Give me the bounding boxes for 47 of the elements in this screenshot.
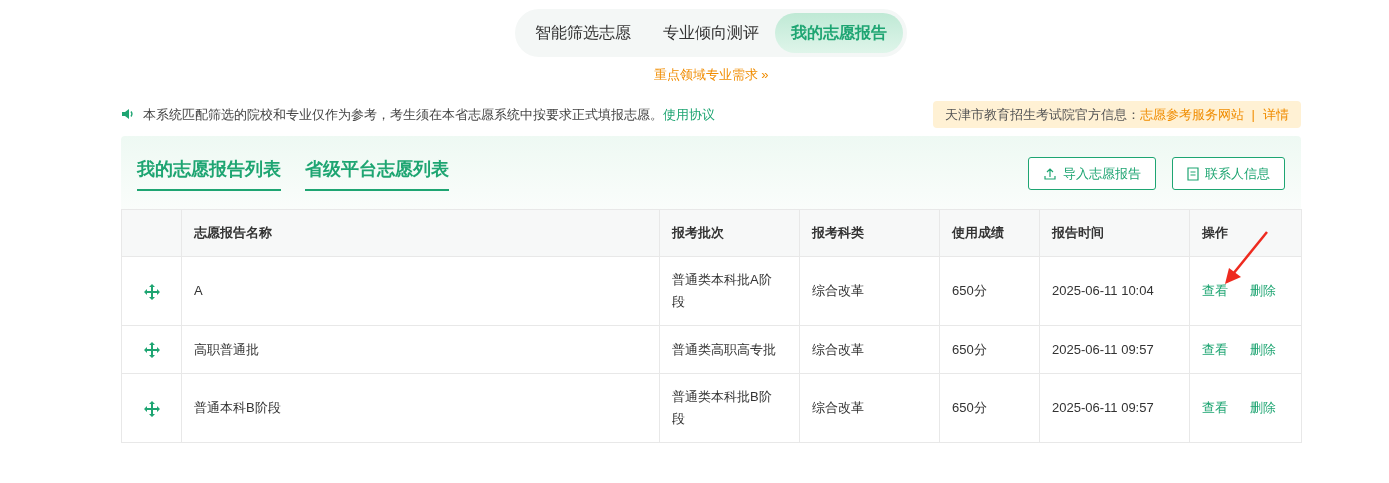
action-link[interactable]: 查看 — [1202, 338, 1228, 361]
table-cell: 综合改革 — [799, 325, 940, 374]
speaker-icon — [121, 107, 135, 122]
table-cell: 650分 — [939, 325, 1040, 374]
action-link[interactable]: 删除 — [1250, 338, 1276, 361]
move-icon[interactable] — [142, 399, 161, 418]
tab[interactable]: 智能筛选志愿 — [519, 13, 647, 53]
column-header: 报考科类 — [799, 209, 940, 257]
key-fields-link[interactable]: 重点领域专业需求 » — [653, 67, 769, 82]
official-info-label: 天津市教育招生考试院官方信息： — [944, 106, 1140, 122]
table-cell: 综合改革 — [799, 373, 940, 443]
table-cell: 2025-06-11 09:57 — [1039, 373, 1190, 443]
table-cell: 2025-06-11 09:57 — [1039, 325, 1190, 374]
table-cell: 普通类本科批B阶段 — [659, 373, 800, 443]
action-button[interactable]: 联系人信息 — [1172, 156, 1285, 191]
table-cell: 高职普通批 — [181, 325, 660, 374]
table-cell: A — [181, 256, 660, 326]
table-cell: 普通类高职高专批 — [659, 325, 800, 374]
action-button[interactable]: 导入志愿报告 — [1028, 156, 1156, 191]
column-header: 报考批次 — [659, 209, 800, 257]
document-icon — [1187, 166, 1199, 181]
move-icon[interactable] — [142, 341, 161, 360]
action-link[interactable]: 查看 — [1202, 280, 1228, 302]
table-cell: 普通类本科批A阶段 — [659, 256, 800, 326]
table-cell: 综合改革 — [799, 256, 940, 326]
separator: | — [1251, 106, 1255, 122]
action-link[interactable]: 删除 — [1250, 397, 1276, 419]
notice-text: 本系统匹配筛选的院校和专业仅作为参考，考生须在本省志愿系统中按要求正式填报志愿。使用协议 — [143, 105, 715, 124]
table-cell: 650分 — [939, 256, 1040, 326]
action-link[interactable]: 查看 — [1202, 397, 1228, 419]
list-tab[interactable]: 我的志愿报告列表 — [137, 156, 281, 191]
tab[interactable]: 我的志愿报告 — [775, 13, 903, 53]
table-cell: 650分 — [939, 373, 1040, 443]
tab[interactable]: 专业倾向测评 — [647, 13, 775, 53]
column-header: 使用成绩 — [939, 209, 1040, 257]
details-link[interactable]: 详情 — [1263, 106, 1289, 122]
service-website-link[interactable]: 志愿参考服务网站 — [1139, 106, 1244, 122]
column-header: 志愿报告名称 — [181, 209, 660, 257]
table-cell: 普通本科B阶段 — [181, 373, 660, 443]
upload-icon — [1043, 166, 1057, 181]
list-tab[interactable]: 省级平台志愿列表 — [305, 156, 449, 191]
column-header: 操作 — [1189, 209, 1302, 257]
table-cell: 2025-06-11 10:04 — [1039, 256, 1190, 326]
action-link[interactable]: 删除 — [1250, 280, 1276, 302]
column-header: 报告时间 — [1039, 209, 1190, 257]
agreement-link[interactable]: 使用协议 — [663, 106, 715, 122]
move-icon[interactable] — [142, 282, 161, 301]
